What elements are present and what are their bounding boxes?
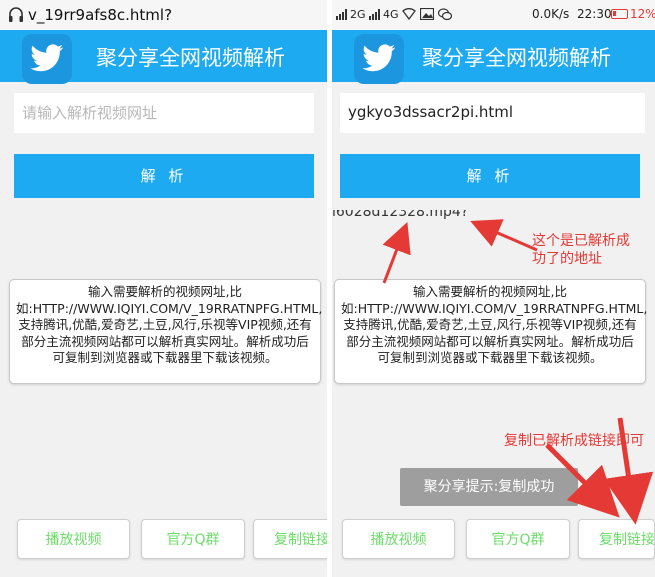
- left-screen: v_19rr9afs8c.html? 聚分享全网视频解析 解 析 输入需要解析的…: [0, 0, 327, 577]
- app-logo: [22, 34, 72, 84]
- app-bar: 聚分享全网视频解析: [0, 30, 327, 84]
- status-bar: v_19rr9afs8c.html?: [0, 0, 327, 30]
- official-qq-group-button[interactable]: 官方Q群: [141, 519, 245, 559]
- arrow-to-url-2: [470, 219, 538, 252]
- arrow-to-copy-2: [603, 417, 654, 525]
- app-title: 聚分享全网视频解析: [96, 46, 285, 70]
- right-screen: 2G 4G 0.0K/s 22:30 12% 聚分享全网视频解析 ygkyo3d…: [332, 0, 655, 577]
- notification-title: v_19rr9afs8c.html?: [28, 6, 173, 24]
- twitter-bird-icon: [30, 44, 64, 72]
- play-video-button[interactable]: 播放视频: [17, 519, 130, 559]
- arrow-to-copy-1: [545, 443, 620, 518]
- headset-icon: [9, 7, 23, 22]
- info-text-box: 输入需要解析的视频网址,比如:HTTP://WWW.IQIYI.COM/V_19…: [9, 279, 322, 384]
- annotation-arrows: [382, 219, 654, 525]
- arrow-to-url-1: [382, 221, 411, 284]
- copy-link-button[interactable]: 复制链接: [253, 519, 327, 559]
- url-input[interactable]: [14, 93, 314, 133]
- parse-button[interactable]: 解 析: [14, 154, 314, 198]
